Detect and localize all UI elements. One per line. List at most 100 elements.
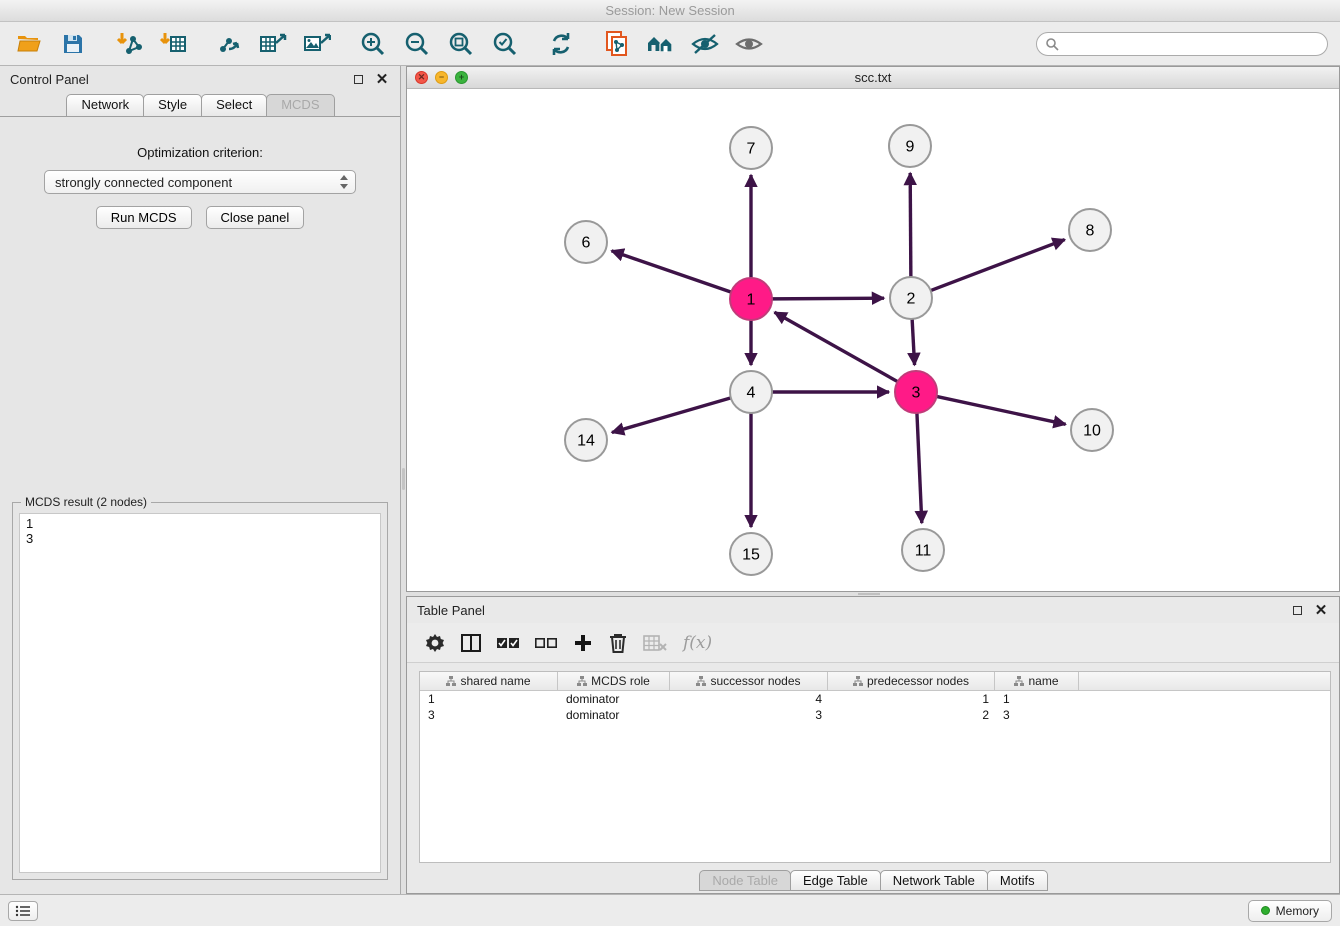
column-type-icon: [446, 676, 456, 686]
cell-successor-nodes[interactable]: 3: [670, 707, 828, 723]
refresh-icon[interactable]: [544, 27, 578, 61]
network-window-title: scc.txt: [407, 70, 1339, 85]
zoom-selected-icon[interactable]: [488, 27, 522, 61]
export-network-icon[interactable]: [212, 27, 246, 61]
node-1[interactable]: 1: [730, 278, 772, 320]
tab-mcds[interactable]: MCDS: [266, 94, 334, 116]
cell-predecessor-nodes[interactable]: 1: [828, 691, 995, 707]
deselect-all-icon[interactable]: [535, 630, 557, 656]
node-15[interactable]: 15: [730, 533, 772, 575]
close-panel-button[interactable]: Close panel: [206, 206, 305, 229]
close-panel-icon[interactable]: ✕: [374, 71, 390, 87]
table-row[interactable]: 3dominator323: [420, 707, 1330, 723]
table-panel-tabs: Node TableEdge TableNetwork TableMotifs: [407, 869, 1339, 893]
task-history-icon[interactable]: [8, 901, 38, 921]
search-box[interactable]: [1036, 32, 1328, 56]
svg-text:4: 4: [747, 385, 756, 402]
tab-select[interactable]: Select: [201, 94, 267, 116]
node-4[interactable]: 4: [730, 371, 772, 413]
node-11[interactable]: 11: [902, 529, 944, 571]
edge-3-1[interactable]: [775, 312, 898, 381]
cell-predecessor-nodes[interactable]: 2: [828, 707, 995, 723]
table-body: 1dominator4113dominator323: [420, 691, 1330, 723]
edge-3-10[interactable]: [937, 396, 1066, 424]
table-float-panel-icon[interactable]: [1289, 602, 1305, 618]
memory-status-icon: [1261, 906, 1270, 915]
main-toolbar: [0, 22, 1340, 66]
cell-shared-name[interactable]: 3: [420, 707, 558, 723]
node-7[interactable]: 7: [730, 127, 772, 169]
show-columns-icon[interactable]: [461, 630, 481, 656]
cell-mcds-role[interactable]: dominator: [558, 691, 670, 707]
node-8[interactable]: 8: [1069, 209, 1111, 251]
node-9[interactable]: 9: [889, 125, 931, 167]
zoom-in-icon[interactable]: [356, 27, 390, 61]
control-panel-body: Optimization criterion: strongly connect…: [0, 116, 400, 894]
import-network-icon[interactable]: [112, 27, 146, 61]
table-settings-icon[interactable]: [425, 630, 445, 656]
window-minimize-icon[interactable]: −: [435, 71, 448, 84]
column-header-mcds-role[interactable]: MCDS role: [558, 672, 670, 690]
select-all-icon[interactable]: [497, 630, 519, 656]
delete-column-icon[interactable]: [609, 630, 627, 656]
window-titlebar: Session: New Session: [0, 0, 1340, 22]
save-session-icon[interactable]: [56, 27, 90, 61]
run-mcds-button[interactable]: Run MCDS: [96, 206, 192, 229]
first-neighbors-icon[interactable]: [644, 27, 678, 61]
node-14[interactable]: 14: [565, 419, 607, 461]
delete-table-icon[interactable]: [643, 630, 667, 656]
edge-1-2[interactable]: [772, 298, 884, 299]
tab-style[interactable]: Style: [143, 94, 202, 116]
cell-shared-name[interactable]: 1: [420, 691, 558, 707]
export-image-icon[interactable]: [300, 27, 334, 61]
eye-icon[interactable]: [732, 27, 766, 61]
cell-successor-nodes[interactable]: 4: [670, 691, 828, 707]
cell-name[interactable]: 3: [995, 707, 1079, 723]
node-2[interactable]: 2: [890, 277, 932, 319]
memory-button[interactable]: Memory: [1248, 900, 1332, 922]
float-panel-icon[interactable]: [350, 71, 366, 87]
edge-2-9[interactable]: [910, 173, 911, 277]
node-6[interactable]: 6: [565, 221, 607, 263]
table-tab-motifs[interactable]: Motifs: [987, 870, 1048, 891]
edge-2-3[interactable]: [912, 319, 914, 365]
cell-mcds-role[interactable]: dominator: [558, 707, 670, 723]
graphics-details-icon[interactable]: [688, 27, 722, 61]
search-input[interactable]: [1059, 37, 1319, 51]
import-table-icon[interactable]: [156, 27, 190, 61]
control-panel-tabs: NetworkStyleSelectMCDS: [0, 94, 400, 116]
mcds-result-text[interactable]: 1 3: [19, 513, 381, 873]
node-10[interactable]: 10: [1071, 409, 1113, 451]
table-tab-edge-table[interactable]: Edge Table: [790, 870, 881, 891]
window-maximize-icon[interactable]: +: [455, 71, 468, 84]
export-table-icon[interactable]: [256, 27, 290, 61]
column-header-predecessor-nodes[interactable]: predecessor nodes: [828, 672, 995, 690]
add-column-icon[interactable]: [573, 630, 593, 656]
horizontal-splitter[interactable]: [406, 592, 1340, 596]
zoom-out-icon[interactable]: [400, 27, 434, 61]
table-tab-network-table[interactable]: Network Table: [880, 870, 988, 891]
cell-name[interactable]: 1: [995, 691, 1079, 707]
network-window-titlebar: scc.txt ✕ − +: [407, 67, 1339, 89]
window-close-icon[interactable]: ✕: [415, 71, 428, 84]
edge-4-14[interactable]: [612, 398, 731, 433]
svg-text:3: 3: [912, 385, 921, 402]
search-icon: [1045, 37, 1059, 51]
function-builder-icon[interactable]: f(x): [683, 630, 712, 656]
tab-network[interactable]: Network: [66, 94, 144, 116]
table-tab-node-table[interactable]: Node Table: [699, 870, 791, 891]
edge-3-11[interactable]: [917, 413, 922, 523]
node-3[interactable]: 3: [895, 371, 937, 413]
column-header-name[interactable]: name: [995, 672, 1079, 690]
table-close-panel-icon[interactable]: ✕: [1313, 602, 1329, 618]
edge-2-8[interactable]: [931, 240, 1065, 291]
column-header-successor-nodes[interactable]: successor nodes: [670, 672, 828, 690]
optimization-criterion-select[interactable]: strongly connected component: [44, 170, 356, 194]
zoom-fit-icon[interactable]: [444, 27, 478, 61]
duplicate-network-icon[interactable]: [600, 27, 634, 61]
edge-1-6[interactable]: [612, 251, 732, 292]
column-header-shared-name[interactable]: shared name: [420, 672, 558, 690]
table-row[interactable]: 1dominator411: [420, 691, 1330, 707]
network-canvas[interactable]: 7 9 6 8 1 2 4 3 14 10 15 11: [407, 89, 1339, 591]
open-session-icon[interactable]: [12, 27, 46, 61]
